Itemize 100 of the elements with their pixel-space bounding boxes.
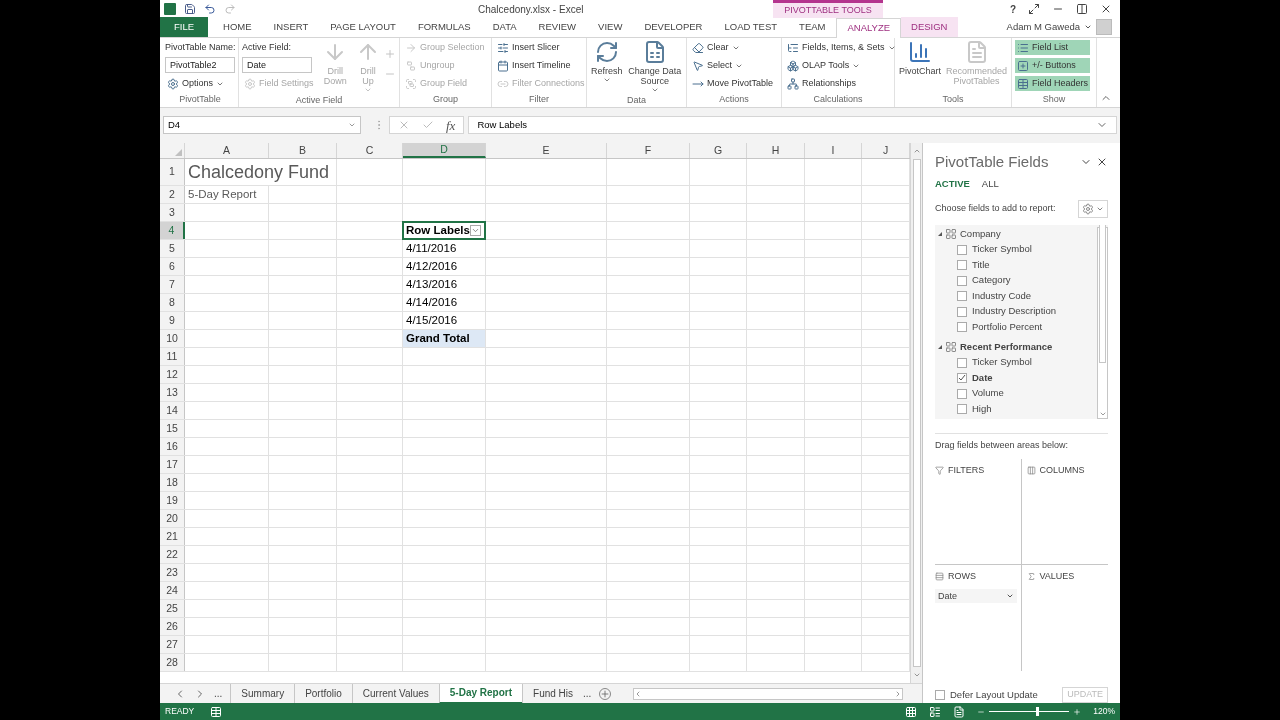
column-header[interactable]: D — [403, 143, 486, 158]
insert-function-button[interactable]: fx — [446, 118, 456, 132]
row-header[interactable]: 26 — [160, 618, 185, 635]
ribbon-tab[interactable]: FILE — [160, 17, 209, 37]
undo-icon[interactable] — [204, 3, 216, 15]
row-header[interactable]: 27 — [160, 636, 185, 653]
row-header[interactable]: 2 — [160, 186, 185, 203]
horizontal-scrollbar[interactable] — [633, 687, 904, 700]
row-header[interactable]: 17 — [160, 456, 185, 473]
scroll-down-icon[interactable] — [912, 671, 921, 679]
row-header[interactable]: 4 — [160, 222, 185, 239]
ribbon-tab[interactable]: INSERT — [262, 17, 320, 37]
pane-view-tab[interactable]: ACTIVE — [935, 176, 970, 191]
field-checkbox[interactable] — [957, 322, 967, 332]
field-checkbox[interactable] — [957, 357, 967, 368]
row-header[interactable]: 23 — [160, 564, 185, 581]
row-header[interactable]: 5 — [160, 240, 185, 257]
row-header[interactable]: 3 — [160, 204, 185, 221]
column-header[interactable]: H — [747, 143, 805, 158]
formula-field[interactable]: Row Labels — [468, 116, 1117, 134]
restore-icon[interactable] — [1076, 3, 1088, 15]
ribbon-tab[interactable]: PAGE LAYOUT — [319, 17, 407, 37]
column-header[interactable]: F — [607, 143, 690, 158]
row-header[interactable]: 7 — [160, 276, 185, 293]
ribbon-button[interactable]: Fields, Items, & Sets — [785, 40, 898, 55]
field-checkbox[interactable] — [957, 404, 967, 414]
scroll-thumb[interactable] — [912, 159, 921, 667]
row-header[interactable]: 14 — [160, 402, 185, 419]
ribbon-tab[interactable]: REVIEW — [527, 17, 588, 37]
vertical-scrollbar[interactable] — [1097, 226, 1108, 420]
row-header[interactable]: 12 — [160, 366, 185, 383]
ribbon-button[interactable]: Relationships — [785, 76, 898, 91]
pivot-header-cell[interactable]: Row Labels — [402, 221, 486, 240]
column-header[interactable]: B — [269, 143, 337, 158]
ribbon-display-icon[interactable] — [1028, 3, 1040, 15]
ribbon-button[interactable]: Insert Slicer — [495, 40, 587, 55]
ribbon-button[interactable]: Options — [165, 76, 236, 91]
row-header[interactable]: 16 — [160, 438, 185, 455]
row-header[interactable]: 24 — [160, 582, 185, 599]
name-box[interactable]: D4 — [163, 116, 361, 134]
pivot-area[interactable]: ROWS Date — [935, 565, 1022, 671]
help-button[interactable]: ? — [1009, 1, 1016, 17]
expand-triangle-icon[interactable] — [938, 232, 942, 237]
ribbon-large-button[interactable]: PivotChart — [898, 40, 943, 93]
normal-view-icon[interactable] — [905, 705, 918, 718]
ribbon-tab[interactable]: DESIGN — [901, 17, 958, 37]
more-sheets-button[interactable]: ... — [583, 686, 600, 701]
ribbon-tab[interactable]: DEVELOPER — [633, 17, 714, 37]
field-checkbox[interactable] — [957, 291, 967, 301]
ribbon-tab[interactable]: TEAM — [788, 17, 837, 37]
field-checkbox[interactable] — [957, 373, 967, 383]
row-header[interactable]: 21 — [160, 528, 185, 545]
ribbon-button[interactable]: Select — [690, 58, 776, 73]
ribbon-tab[interactable]: LOAD TEST — [713, 17, 789, 37]
ribbon-button[interactable]: OLAP Tools — [785, 58, 898, 73]
column-header[interactable]: G — [690, 143, 747, 158]
ribbon-tab[interactable]: HOME — [212, 17, 263, 37]
ribbon-tab[interactable]: VIEW — [587, 17, 634, 37]
page-layout-icon[interactable] — [929, 705, 942, 718]
row-header[interactable]: 9 — [160, 312, 185, 329]
zoom-thumb[interactable] — [1035, 707, 1039, 716]
ribbon-large-button[interactable]: Refresh — [590, 40, 624, 94]
settings-icon[interactable] — [1082, 202, 1094, 215]
sheet-tab[interactable]: 5-Day Report — [438, 683, 523, 704]
pane-view-tab[interactable]: ALL — [981, 176, 999, 191]
zoom-level[interactable]: 120% — [1093, 705, 1115, 718]
defer-checkbox[interactable] — [935, 690, 945, 700]
row-header[interactable]: 18 — [160, 474, 185, 491]
ribbon-large-button[interactable]: Change Data Source — [626, 40, 683, 94]
field-checkbox[interactable] — [957, 306, 967, 317]
row-header[interactable]: 6 — [160, 258, 185, 275]
ribbon-button[interactable]: Insert Timeline — [495, 58, 587, 73]
pivot-area[interactable]: FILTERS — [935, 459, 1022, 565]
filter-dropdown-button[interactable] — [470, 225, 481, 236]
column-header[interactable]: I — [805, 143, 862, 158]
ribbon-tab[interactable]: DATA — [481, 17, 528, 37]
ribbon-tab[interactable]: FORMULAS — [406, 17, 482, 37]
field-checkbox[interactable] — [957, 244, 967, 255]
pivot-area[interactable]: COLUMNS — [1021, 459, 1108, 565]
ribbon-button[interactable]: Clear — [690, 40, 776, 55]
vertical-scrollbar[interactable] — [910, 143, 922, 683]
more-sheets-button[interactable]: ... — [206, 686, 231, 701]
row-header[interactable]: 15 — [160, 420, 185, 437]
enter-icon[interactable] — [422, 119, 434, 131]
expand-triangle-icon[interactable] — [938, 345, 942, 350]
ribbon-button[interactable]: +/- Buttons — [1015, 58, 1091, 73]
row-header[interactable]: 11 — [160, 348, 185, 365]
scroll-up-icon[interactable] — [912, 147, 921, 155]
row-header[interactable]: 19 — [160, 492, 185, 509]
row-header[interactable]: 22 — [160, 546, 185, 563]
page-break-icon[interactable] — [953, 705, 966, 718]
scroll-thumb[interactable] — [1099, 224, 1106, 364]
field-checkbox[interactable] — [957, 388, 967, 399]
redo-icon[interactable] — [224, 3, 236, 15]
row-header[interactable]: 28 — [160, 654, 185, 671]
text-field[interactable]: PivotTable2 — [165, 57, 235, 73]
ribbon-tab[interactable]: ANALYZE — [836, 18, 902, 38]
field-checkbox[interactable] — [957, 260, 967, 270]
zoom-in-icon[interactable] — [1073, 707, 1082, 716]
row-header[interactable]: 13 — [160, 384, 185, 401]
